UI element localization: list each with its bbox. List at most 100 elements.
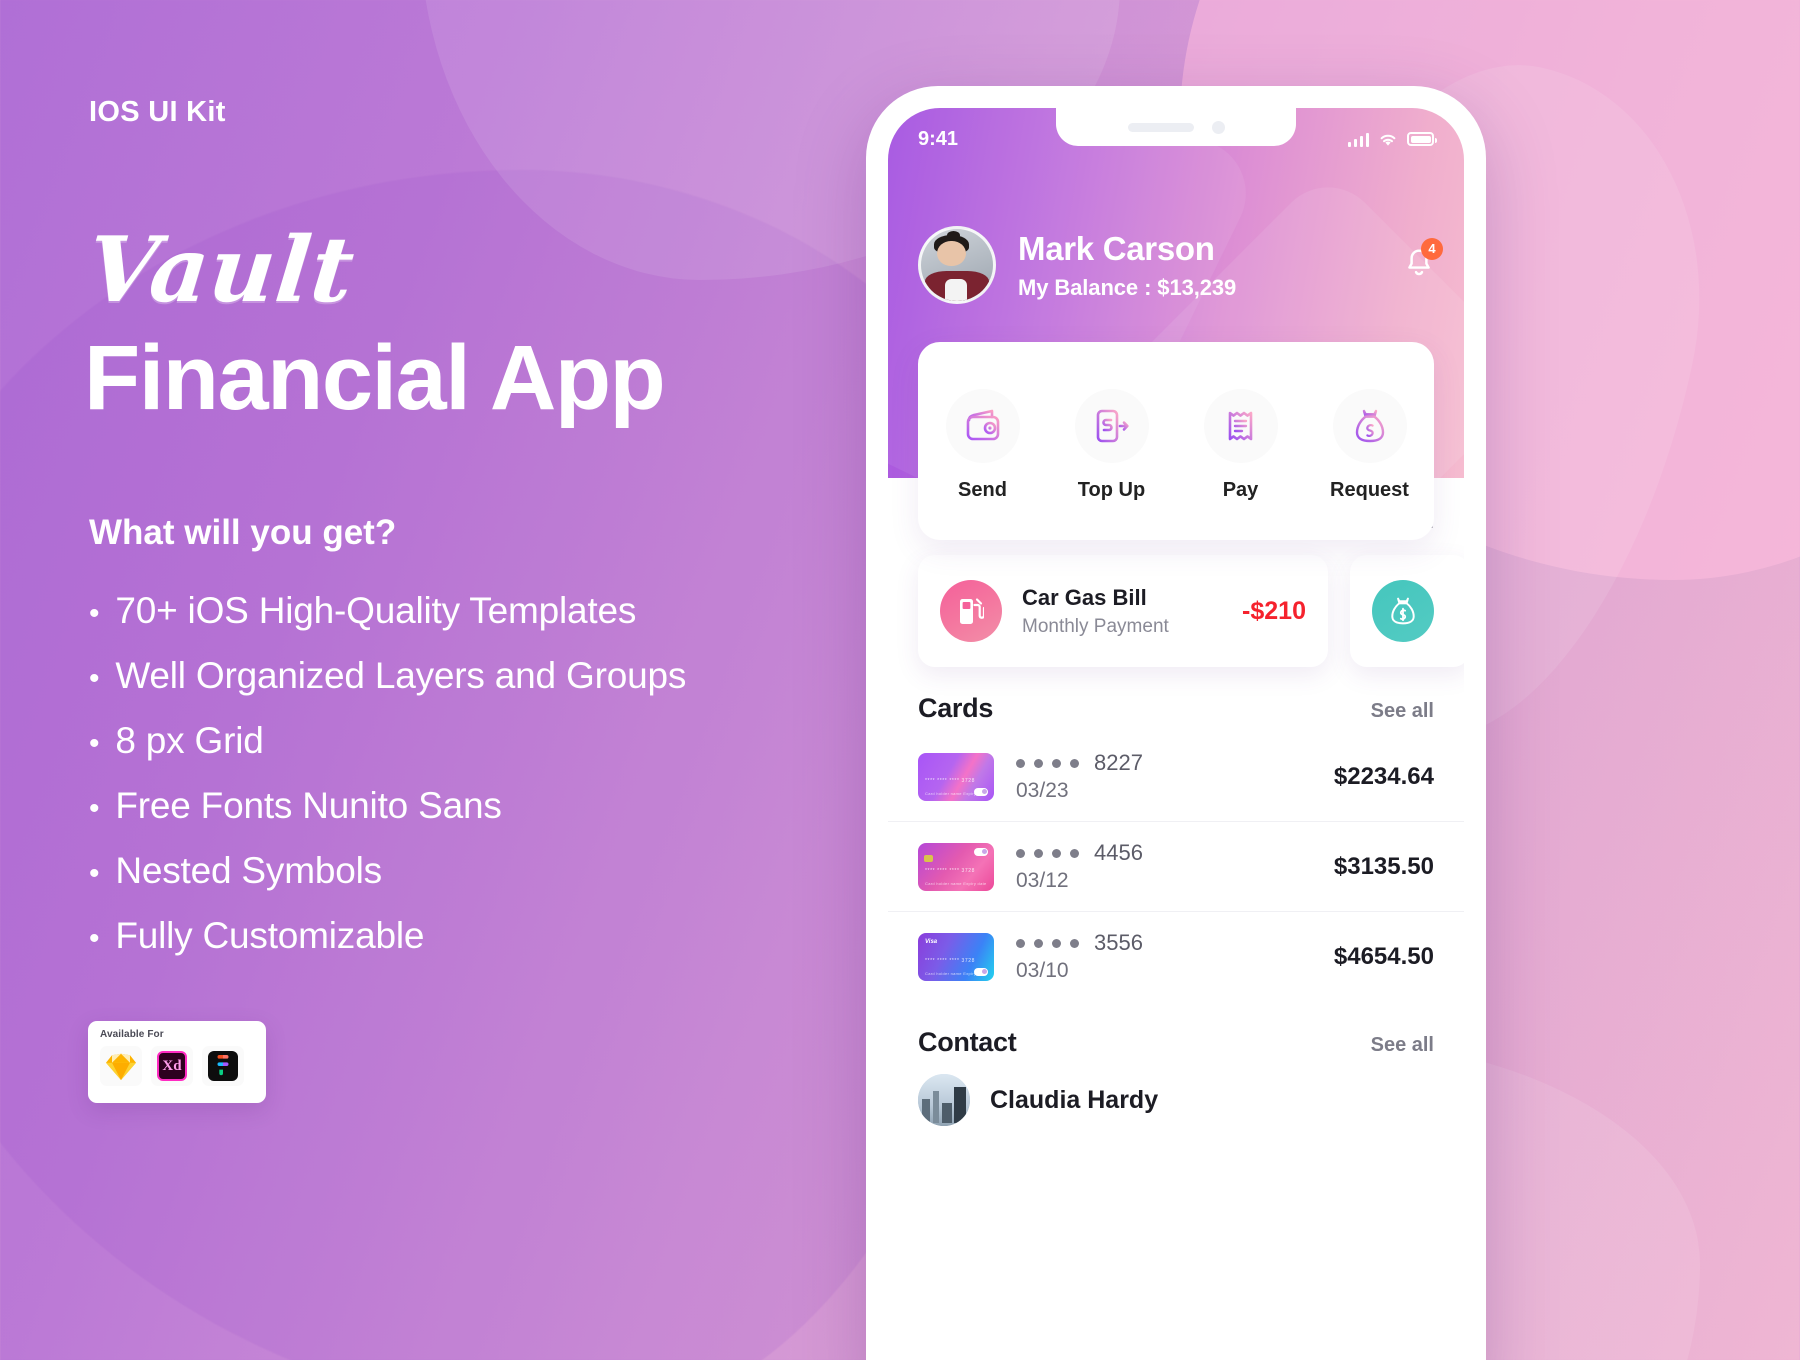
tool-icon-list: Xd <box>100 1046 256 1086</box>
card-last4: 8227 <box>1094 750 1143 775</box>
card-thumbnail: **** **** **** 3728 Card holder name Exp… <box>918 752 994 801</box>
feature-label: 8 px Grid <box>115 720 264 761</box>
card-thumb-number: **** **** **** 3728 <box>925 957 976 964</box>
quick-action-topup[interactable]: Top Up <box>1047 388 1176 502</box>
figma-tool-tile[interactable] <box>202 1046 244 1086</box>
phone-mockup: 9:41 Mark Carson My Balance: $13,239 4 … <box>866 86 1486 1360</box>
transaction-row[interactable]: Car Gas Bill Monthly Payment -$210 <box>918 555 1328 667</box>
transaction-icon-wrap <box>940 580 1002 642</box>
bullet-icon: • <box>89 922 100 955</box>
receipt-icon <box>1228 411 1252 440</box>
card-last4: 3556 <box>1094 930 1143 955</box>
quick-action-send[interactable]: Send <box>918 388 1047 502</box>
money-bag-icon <box>1355 409 1384 442</box>
card-number-block: 4456 03/12 <box>1016 840 1143 893</box>
bullet-icon: • <box>89 727 100 760</box>
list-item: • Free Fonts Nunito Sans <box>89 785 849 827</box>
profile-name: Mark Carson <box>1018 229 1215 267</box>
available-for-label: Available For <box>100 1029 164 1040</box>
signal-bars-icon <box>1347 132 1369 147</box>
feature-label: Well Organized Layers and Groups <box>115 655 687 696</box>
content-scroll-area[interactable]: Transactions See all Car Gas Bill <box>888 478 1464 1360</box>
sketch-tool-tile[interactable] <box>100 1046 142 1086</box>
adobe-xd-tool-tile[interactable]: Xd <box>151 1046 193 1086</box>
card-thumb-number: **** **** **** 3728 <box>925 867 976 874</box>
notifications-button[interactable]: 4 <box>1404 237 1443 284</box>
transaction-subtitle: Monthly Payment <box>1022 615 1169 637</box>
phone-notch <box>1056 108 1296 146</box>
action-icon-ring <box>945 388 1020 463</box>
bullet-icon: • <box>89 792 100 825</box>
contact-row[interactable]: Claudia Hardy <box>888 1058 1464 1126</box>
brand-script-logo: Vault <box>82 217 360 323</box>
camera-icon <box>1211 120 1225 134</box>
card-row[interactable]: **** **** **** 3728 Card holder name Exp… <box>888 732 1464 822</box>
quick-action-request[interactable]: Request <box>1305 388 1434 502</box>
avatar <box>918 1074 970 1126</box>
list-item: • 8 px Grid <box>89 720 849 762</box>
action-icon-ring <box>1332 388 1407 463</box>
card-row[interactable]: **** **** **** 3728 Card holder name Exp… <box>888 822 1464 912</box>
sketch-icon <box>106 1053 136 1080</box>
card-masked-number: 4456 <box>1016 840 1143 866</box>
section-title: Contact <box>918 1027 1017 1057</box>
list-item: • Nested Symbols <box>89 850 849 892</box>
card-masked-number: 8227 <box>1016 750 1143 776</box>
feature-label: 70+ iOS High-Quality Templates <box>115 590 637 631</box>
profile-text: Mark Carson My Balance : $13,239 <box>1018 230 1236 301</box>
card-last4: 4456 <box>1094 840 1143 865</box>
feature-list: • 70+ iOS High-Quality Templates • Well … <box>89 590 849 980</box>
card-toggle-icon <box>974 967 988 976</box>
bullet-icon: • <box>89 857 100 890</box>
visa-logo: Visa <box>925 938 938 945</box>
wallet-icon <box>966 409 999 440</box>
cards-list: **** **** **** 3728 Card holder name Exp… <box>888 732 1464 1001</box>
status-icon-group <box>1347 132 1437 147</box>
kit-label: IOS UI Kit <box>89 96 226 128</box>
figma-icon <box>208 1051 238 1081</box>
cards-section-header: Cards See all <box>888 693 1464 724</box>
status-time: 9:41 <box>918 127 959 150</box>
features-heading: What will you get? <box>89 513 397 552</box>
card-thumbnail: Visa **** **** **** 3728 Card holder nam… <box>918 932 994 981</box>
card-thumb-number: **** **** **** 3728 <box>925 777 976 784</box>
profile-row: Mark Carson My Balance : $13,239 4 <box>918 226 1443 304</box>
feature-label: Free Fonts Nunito Sans <box>115 785 502 826</box>
quick-action-label: Send <box>958 478 1007 501</box>
card-toggle-icon <box>974 847 988 856</box>
transactions-scroller[interactable]: Car Gas Bill Monthly Payment -$210 <box>888 535 1464 667</box>
available-for-card: Available For Xd <box>88 1021 266 1103</box>
quick-action-label: Pay <box>1222 478 1259 501</box>
bullet-icon: • <box>89 662 100 695</box>
wifi-icon <box>1380 134 1396 146</box>
card-row[interactable]: Visa **** **** **** 3728 Card holder nam… <box>888 912 1464 1001</box>
card-masked-number: 3556 <box>1016 930 1143 956</box>
action-icon-ring <box>1203 388 1278 463</box>
card-expiry: 03/10 <box>1016 959 1069 982</box>
card-expiry: 03/12 <box>1016 869 1069 892</box>
quick-action-label: Top Up <box>1077 478 1146 501</box>
transaction-icon-wrap <box>1372 580 1434 642</box>
mobile-transfer-icon <box>1096 409 1129 442</box>
card-number-block: 8227 03/23 <box>1016 750 1143 803</box>
transaction-row[interactable] <box>1350 555 1464 667</box>
list-item: • Fully Customizable <box>89 915 849 957</box>
status-badge: 4 <box>1421 237 1443 260</box>
card-number-block: 3556 03/10 <box>1016 930 1143 983</box>
quick-actions-card: Send Top Up Pay Request <box>918 342 1434 540</box>
money-bag-icon <box>1391 597 1415 625</box>
card-thumbnail: **** **** **** 3728 Card holder name Exp… <box>918 842 994 891</box>
avatar[interactable] <box>918 226 996 304</box>
quick-action-label: Request <box>1330 478 1409 501</box>
contact-see-all-link[interactable]: See all <box>1371 1034 1434 1057</box>
feature-label: Fully Customizable <box>115 915 425 956</box>
card-amount: $3135.50 <box>1333 852 1434 880</box>
cards-see-all-link[interactable]: See all <box>1371 700 1434 723</box>
list-item: • 70+ iOS High-Quality Templates <box>89 590 849 632</box>
transaction-meta: Car Gas Bill Monthly Payment <box>1022 585 1169 638</box>
quick-action-pay[interactable]: Pay <box>1176 388 1305 502</box>
feature-label: Nested Symbols <box>115 850 382 891</box>
bullet-icon: • <box>89 597 100 630</box>
card-expiry: 03/23 <box>1016 779 1069 802</box>
profile-balance: My Balance : $13,239 <box>1018 274 1237 300</box>
